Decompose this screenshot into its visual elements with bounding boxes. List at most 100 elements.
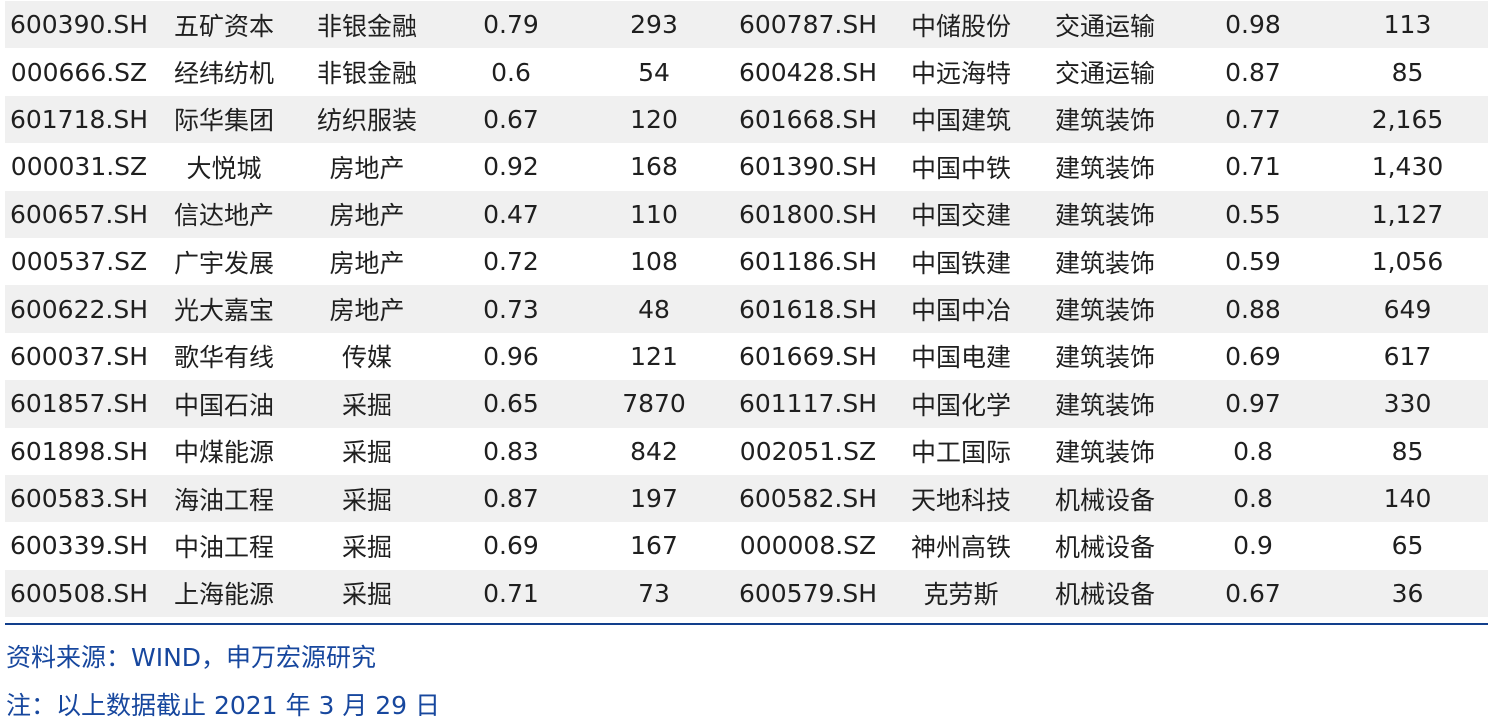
table-cell-value: 120 xyxy=(583,95,725,144)
table-cell-value: 113 xyxy=(1327,1,1488,49)
table-cell-value: 167 xyxy=(630,531,678,561)
table-cell-ratio: 0.96 xyxy=(483,341,539,371)
table-cell-value: 140 xyxy=(1327,474,1488,523)
table-cell-stock-code: 600657.SH xyxy=(5,190,153,238)
table-cell-stock-code: 601390.SH xyxy=(738,152,878,182)
table-cell-stock-name: 天地科技 xyxy=(891,474,1031,523)
table-cell-stock-code: 000537.SZ xyxy=(10,247,148,277)
table-cell-stock-code: 601857.SH xyxy=(5,380,153,428)
table-cell-value: 36 xyxy=(1327,569,1488,618)
table-cell-ratio: 0.98 xyxy=(1179,1,1327,49)
table-cell-stock-name: 广宇发展 xyxy=(173,248,274,278)
table-cell-value: 649 xyxy=(1327,285,1488,333)
table-cell-value: 1,430 xyxy=(1371,152,1444,182)
table-cell-stock-code: 601898.SH xyxy=(9,436,149,466)
table-cell-stock-code: 002051.SZ xyxy=(739,436,877,466)
table-cell-ratio: 0.69 xyxy=(1225,341,1281,371)
table-cell-stock-name: 克劳斯 xyxy=(891,569,1031,618)
table-cell-stock-code: 601186.SH xyxy=(738,247,878,277)
table-cell-stock-code: 000008.SZ xyxy=(739,531,877,561)
table-row: 000031.SZ 大悦城 房地产 0.92 168 601390.SH 中国中铁 建筑装饰 0… xyxy=(5,143,1488,190)
table-cell-value: 293 xyxy=(583,1,725,49)
table-cell-ratio: 0.69 xyxy=(483,531,539,561)
table-row: 600390.SH 五矿资本 非银金融 0.79 293 600787.SH 中储股份 交通运… xyxy=(5,1,1488,49)
stock-table-body: 600390.SH 五矿资本 非银金融 0.79 293 600787.SH 中储股份 交通运… xyxy=(5,1,1488,618)
table-cell-ratio: 0.55 xyxy=(1179,190,1327,238)
table-cell-stock-code: 600579.SH xyxy=(725,569,891,618)
table-cell-industry: 建筑装饰 xyxy=(1031,190,1179,238)
table-cell-stock-code: 600787.SH xyxy=(725,1,891,49)
table-cell-stock-code: 601669.SH xyxy=(738,341,878,371)
table-cell-stock-code: 601618.SH xyxy=(725,285,891,333)
table-cell-stock-code: 600508.SH xyxy=(5,569,153,618)
table-cell-stock-name: 中国铁建 xyxy=(910,248,1011,278)
table-cell-industry: 机械设备 xyxy=(1031,569,1179,618)
table-row: 600037.SH 歌华有线 传媒 0.96 121 601669.SH 中国电建 建筑装饰 0… xyxy=(5,333,1488,380)
table-cell-industry: 采掘 xyxy=(295,474,439,523)
table-cell-ratio: 0.87 xyxy=(439,474,583,523)
table-cell-stock-name: 歌华有线 xyxy=(173,343,274,373)
table-cell-industry: 采掘 xyxy=(341,532,392,562)
table-cell-stock-name: 中煤能源 xyxy=(173,438,274,468)
table-cell-stock-name: 神州高铁 xyxy=(910,532,1011,562)
table-cell-stock-code: 600390.SH xyxy=(5,1,153,49)
table-cell-stock-name: 中国化学 xyxy=(891,380,1031,428)
stock-table: 600390.SH 五矿资本 非银金融 0.79 293 600787.SH 中储股份 交通运… xyxy=(5,1,1488,618)
table-cell-ratio: 0.8 xyxy=(1179,474,1327,523)
table-cell-value: 330 xyxy=(1327,380,1488,428)
table-cell-industry: 采掘 xyxy=(341,438,392,468)
table-cell-industry: 采掘 xyxy=(295,380,439,428)
table-cell-ratio: 0.59 xyxy=(1225,247,1281,277)
table-cell-stock-code: 600339.SH xyxy=(9,531,149,561)
table-row: 601898.SH 中煤能源 采掘 0.83 842 002051.SZ 中工国际 建筑装饰 0… xyxy=(5,428,1488,475)
table-cell-ratio: 0.65 xyxy=(439,380,583,428)
table-cell-stock-code: 601117.SH xyxy=(725,380,891,428)
table-cell-stock-name: 海油工程 xyxy=(153,474,295,523)
table-cell-industry: 非银金融 xyxy=(295,1,439,49)
table-cell-industry: 建筑装饰 xyxy=(1031,95,1179,144)
table-cell-stock-name: 大悦城 xyxy=(186,153,262,183)
document-page: 600390.SH 五矿资本 非银金融 0.79 293 600787.SH 中储股份 交通运… xyxy=(0,0,1493,724)
table-cell-ratio: 0.67 xyxy=(1179,569,1327,618)
table-cell-industry: 传媒 xyxy=(341,343,392,373)
table-cell-value: 110 xyxy=(583,190,725,238)
table-cell-ratio: 0.6 xyxy=(491,57,531,87)
table-cell-stock-code: 600428.SH xyxy=(738,57,878,87)
table-cell-industry: 非银金融 xyxy=(316,59,417,89)
table-row: 600508.SH 上海能源 采掘 0.71 73 600579.SH 克劳斯 机械设备 0.6… xyxy=(5,569,1488,618)
table-cell-ratio: 0.73 xyxy=(439,285,583,333)
table-cell-value: 108 xyxy=(630,247,678,277)
table-cell-stock-code: 601668.SH xyxy=(725,95,891,144)
table-cell-stock-code: 600622.SH xyxy=(5,285,153,333)
table-row: 601857.SH 中国石油 采掘 0.65 7870 601117.SH 中国化学 建筑装饰… xyxy=(5,380,1488,428)
table-cell-stock-name: 中国石油 xyxy=(153,380,295,428)
table-cell-ratio: 0.88 xyxy=(1179,285,1327,333)
table-cell-industry: 建筑装饰 xyxy=(1054,343,1155,373)
table-cell-stock-name: 中国建筑 xyxy=(891,95,1031,144)
table-cell-stock-code: 600037.SH xyxy=(9,341,149,371)
table-bottom-rule xyxy=(5,623,1488,625)
table-cell-value: 73 xyxy=(583,569,725,618)
table-cell-industry: 房地产 xyxy=(329,248,405,278)
table-cell-industry: 建筑装饰 xyxy=(1054,248,1155,278)
table-cell-value: 617 xyxy=(1383,341,1432,371)
table-cell-stock-name: 五矿资本 xyxy=(153,1,295,49)
table-cell-ratio: 0.72 xyxy=(483,247,539,277)
table-cell-value: 121 xyxy=(630,341,678,371)
table-cell-ratio: 0.71 xyxy=(1225,152,1281,182)
table-cell-stock-name: 中储股份 xyxy=(891,1,1031,49)
table-cell-value: 1,056 xyxy=(1371,247,1444,277)
table-cell-stock-code: 601800.SH xyxy=(725,190,891,238)
table-cell-value: 197 xyxy=(583,474,725,523)
table-cell-stock-name: 中工国际 xyxy=(910,438,1011,468)
table-cell-value: 842 xyxy=(630,436,678,466)
table-cell-industry: 建筑装饰 xyxy=(1031,380,1179,428)
table-cell-value: 2,165 xyxy=(1327,95,1488,144)
table-cell-stock-name: 际华集团 xyxy=(153,95,295,144)
table-cell-value: 54 xyxy=(638,57,670,87)
table-cell-industry: 房地产 xyxy=(295,285,439,333)
table-cell-ratio: 0.9 xyxy=(1233,531,1273,561)
table-cell-stock-name: 中国中铁 xyxy=(910,153,1011,183)
table-row: 600622.SH 光大嘉宝 房地产 0.73 48 601618.SH 中国中冶 建筑装饰 0… xyxy=(5,285,1488,333)
table-cell-stock-code: 601718.SH xyxy=(5,95,153,144)
